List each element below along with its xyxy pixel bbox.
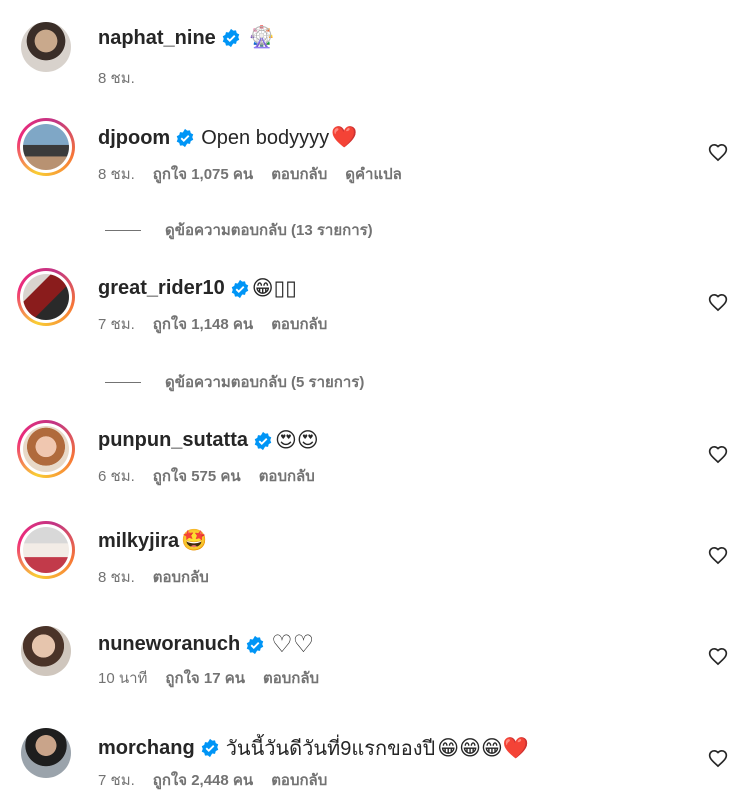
comment-username[interactable]: great_rider10 bbox=[98, 277, 225, 300]
post-time: 8 ชม. bbox=[98, 70, 135, 87]
like-heart-icon[interactable] bbox=[708, 445, 728, 465]
likes-count[interactable]: ถูกใจ 1,148 คน bbox=[153, 312, 253, 336]
likes-count[interactable]: ถูกใจ 2,448 คน bbox=[153, 768, 253, 792]
likes-count[interactable]: ถูกใจ 17 คน bbox=[165, 666, 245, 690]
reply-button[interactable]: ตอบกลับ bbox=[153, 565, 209, 589]
comment-username[interactable]: djpoom bbox=[98, 127, 170, 150]
post-username[interactable]: naphat_nine bbox=[98, 27, 216, 50]
reply-button[interactable]: ตอบกลับ bbox=[271, 312, 327, 336]
verified-badge-icon bbox=[246, 635, 264, 654]
verified-badge-icon bbox=[231, 279, 248, 298]
comment-time: 7 ชม. bbox=[98, 316, 135, 333]
comment-username[interactable]: morchang bbox=[98, 737, 195, 760]
view-replies-button[interactable]: ดูข้อความตอบกลับ (5 รายการ) bbox=[105, 370, 364, 394]
reply-button[interactable]: ตอบกลับ bbox=[271, 162, 327, 186]
comment-emoji: 😁😁😁❤️ bbox=[437, 736, 530, 760]
comment-text: Open bodyyyy bbox=[201, 126, 330, 149]
post-caption-emoji: 🎡 bbox=[248, 26, 275, 49]
comment-text: 😁▯▯ bbox=[251, 277, 297, 300]
comment-time: 10 นาที bbox=[98, 670, 148, 687]
view-replies-label: ดูข้อความตอบกลับ (13 รายการ) bbox=[165, 222, 373, 239]
likes-count[interactable]: ถูกใจ 1,075 คน bbox=[153, 162, 253, 186]
like-heart-icon[interactable] bbox=[708, 143, 728, 163]
comment-time: 8 ชม. bbox=[98, 166, 135, 183]
translate-button[interactable]: ดูคำแปล bbox=[345, 162, 402, 186]
view-replies-button[interactable]: ดูข้อความตอบกลับ (13 รายการ) bbox=[105, 218, 373, 242]
avatar[interactable] bbox=[17, 268, 75, 326]
divider bbox=[105, 381, 141, 383]
likes-count[interactable]: ถูกใจ 575 คน bbox=[153, 464, 241, 488]
heart-emoji: ❤️ bbox=[331, 126, 358, 149]
reply-button[interactable]: ตอบกลับ bbox=[271, 768, 327, 792]
comment-username[interactable]: nuneworanuch bbox=[98, 633, 240, 656]
avatar[interactable] bbox=[17, 18, 75, 76]
avatar[interactable] bbox=[17, 622, 75, 680]
comment-time: 8 ชม. bbox=[98, 569, 135, 586]
verified-badge-icon bbox=[176, 128, 194, 148]
view-replies-label: ดูข้อความตอบกลับ (5 รายการ) bbox=[165, 374, 365, 391]
reply-button[interactable]: ตอบกลับ bbox=[259, 464, 315, 488]
comment-text: วันนี้วันดีวันที่9แรกของปี bbox=[225, 738, 436, 760]
comment-username[interactable]: milkyjira bbox=[98, 530, 179, 553]
divider bbox=[105, 229, 141, 231]
comment-text: 🤩 bbox=[181, 529, 208, 552]
comment-time: 6 ชม. bbox=[98, 468, 135, 485]
like-heart-icon[interactable] bbox=[708, 647, 728, 667]
avatar[interactable] bbox=[17, 420, 75, 478]
verified-badge-icon bbox=[201, 738, 218, 758]
avatar[interactable] bbox=[17, 118, 75, 176]
reply-button[interactable]: ตอบกลับ bbox=[263, 666, 319, 690]
comment-text: 😍😍 bbox=[275, 429, 319, 452]
avatar[interactable] bbox=[17, 521, 75, 579]
verified-badge-icon bbox=[254, 431, 272, 450]
avatar[interactable] bbox=[17, 724, 75, 782]
comment-time: 7 ชม. bbox=[98, 772, 135, 789]
verified-badge-icon bbox=[222, 28, 240, 48]
like-heart-icon[interactable] bbox=[708, 749, 728, 769]
comment-text: ♡♡ bbox=[271, 631, 315, 658]
comment-username[interactable]: punpun_sutatta bbox=[98, 429, 248, 452]
like-heart-icon[interactable] bbox=[708, 293, 728, 313]
like-heart-icon[interactable] bbox=[708, 546, 728, 566]
